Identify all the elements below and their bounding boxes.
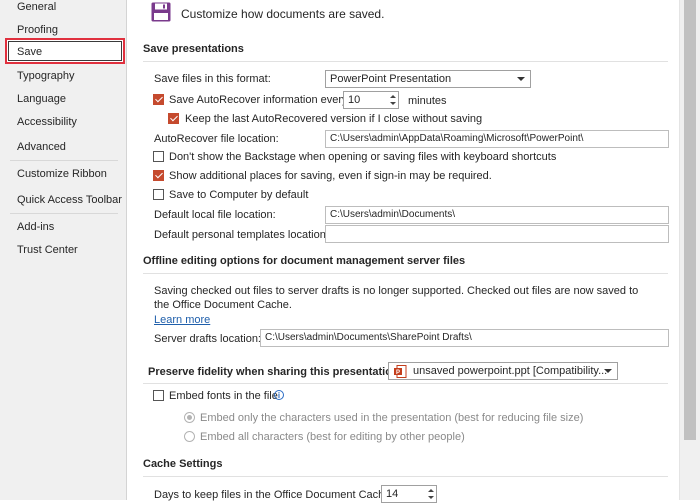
nav-item-typography[interactable]: Typography bbox=[17, 70, 74, 82]
nav-item-accessibility[interactable]: Accessibility bbox=[17, 116, 77, 128]
default-templates-location-field[interactable] bbox=[325, 225, 669, 243]
embed-only-used-label: Embed only the characters used in the pr… bbox=[200, 412, 584, 424]
keep-last-autorecovered-label: Keep the last AutoRecovered version if I… bbox=[185, 113, 483, 125]
autorecover-minutes-value: 10 bbox=[348, 94, 361, 106]
spin-down-icon[interactable] bbox=[390, 102, 396, 105]
save-options-panel: Customize how documents are saved. Save … bbox=[127, 0, 679, 503]
nav-item-add-ins[interactable]: Add-ins bbox=[17, 221, 54, 233]
section-title-offline-editing: Offline editing options for document man… bbox=[143, 255, 466, 267]
autorecover-checkbox[interactable] bbox=[153, 94, 164, 105]
powerpoint-file-icon: P bbox=[394, 365, 407, 378]
nav-item-save[interactable]: Save bbox=[17, 46, 42, 58]
nav-divider bbox=[10, 160, 118, 161]
format-label: Save files in this format: bbox=[154, 73, 271, 85]
spin-down-icon[interactable] bbox=[428, 496, 434, 499]
vertical-scrollbar[interactable] bbox=[679, 0, 700, 500]
nav-item-quick-access-toolbar[interactable]: Quick Access Toolbar bbox=[17, 194, 122, 206]
save-to-computer-label: Save to Computer by default bbox=[169, 189, 309, 201]
cache-days-value: 14 bbox=[386, 488, 399, 500]
server-drafts-label: Server drafts location: bbox=[154, 333, 261, 345]
section-divider bbox=[143, 61, 668, 62]
nav-divider bbox=[10, 213, 118, 214]
additional-places-label: Show additional places for saving, even … bbox=[169, 170, 492, 182]
section-title-save-presentations: Save presentations bbox=[143, 43, 244, 55]
fidelity-file-value: unsaved powerpoint.ppt [Compatibility... bbox=[413, 365, 608, 377]
embed-all-characters-radio bbox=[184, 431, 195, 442]
backstage-checkbox[interactable] bbox=[153, 151, 164, 162]
chevron-down-icon bbox=[517, 77, 525, 81]
section-title-cache-settings: Cache Settings bbox=[143, 458, 223, 470]
minutes-label: minutes bbox=[408, 95, 447, 107]
default-local-location-label: Default local file location: bbox=[154, 209, 276, 221]
section-divider bbox=[143, 476, 668, 477]
offline-description: Saving checked out files to server draft… bbox=[154, 285, 639, 311]
nav-item-trust-center[interactable]: Trust Center bbox=[17, 244, 78, 256]
save-format-value: PowerPoint Presentation bbox=[330, 73, 452, 85]
autorecover-location-label: AutoRecover file location: bbox=[154, 133, 279, 145]
section-divider bbox=[143, 383, 668, 384]
embed-only-used-radio bbox=[184, 412, 195, 423]
default-templates-location-label: Default personal templates location: bbox=[154, 229, 329, 241]
nav-item-customize-ribbon[interactable]: Customize Ribbon bbox=[17, 168, 107, 180]
spin-up-icon[interactable] bbox=[390, 95, 396, 98]
nav-item-proofing[interactable]: Proofing bbox=[17, 24, 58, 36]
default-local-location-field[interactable]: C:\Users\admin\Documents\ bbox=[325, 206, 669, 224]
page-header-text: Customize how documents are saved. bbox=[181, 7, 385, 21]
learn-more-link[interactable]: Learn more bbox=[154, 314, 210, 326]
nav-item-advanced[interactable]: Advanced bbox=[17, 141, 66, 153]
section-divider bbox=[143, 273, 668, 274]
save-to-computer-checkbox[interactable] bbox=[153, 189, 164, 200]
scrollbar-thumb[interactable] bbox=[684, 0, 696, 440]
spin-up-icon[interactable] bbox=[428, 489, 434, 492]
cache-days-label: Days to keep files in the Office Documen… bbox=[154, 489, 394, 501]
nav-item-general[interactable]: General bbox=[17, 1, 56, 13]
info-icon[interactable]: i bbox=[274, 390, 284, 400]
autorecover-location-field[interactable]: C:\Users\admin\AppData\Roaming\Microsoft… bbox=[325, 130, 669, 148]
autorecover-label: Save AutoRecover information every bbox=[169, 94, 348, 106]
embed-fonts-checkbox[interactable] bbox=[153, 390, 164, 401]
nav-item-language[interactable]: Language bbox=[17, 93, 66, 105]
floppy-disk-icon bbox=[151, 2, 171, 22]
embed-fonts-label: Embed fonts in the file bbox=[169, 390, 278, 402]
server-drafts-location-field[interactable]: C:\Users\admin\Documents\SharePoint Draf… bbox=[260, 329, 669, 347]
svg-text:P: P bbox=[396, 370, 400, 376]
cache-days-stepper[interactable]: 14 bbox=[381, 485, 437, 503]
section-title-preserve-fidelity: Preserve fidelity when sharing this pres… bbox=[148, 366, 403, 378]
fidelity-file-dropdown[interactable]: P unsaved powerpoint.ppt [Compatibility.… bbox=[388, 362, 618, 380]
backstage-label: Don't show the Backstage when opening or… bbox=[169, 151, 557, 163]
embed-all-characters-label: Embed all characters (best for editing b… bbox=[200, 431, 465, 443]
save-format-dropdown[interactable]: PowerPoint Presentation bbox=[325, 70, 531, 88]
autorecover-minutes-stepper[interactable]: 10 bbox=[343, 91, 399, 109]
keep-last-autorecovered-checkbox[interactable] bbox=[168, 113, 179, 124]
additional-places-checkbox[interactable] bbox=[153, 170, 164, 181]
options-nav: General Proofing Save Typography Languag… bbox=[0, 0, 127, 500]
chevron-down-icon bbox=[604, 369, 612, 373]
